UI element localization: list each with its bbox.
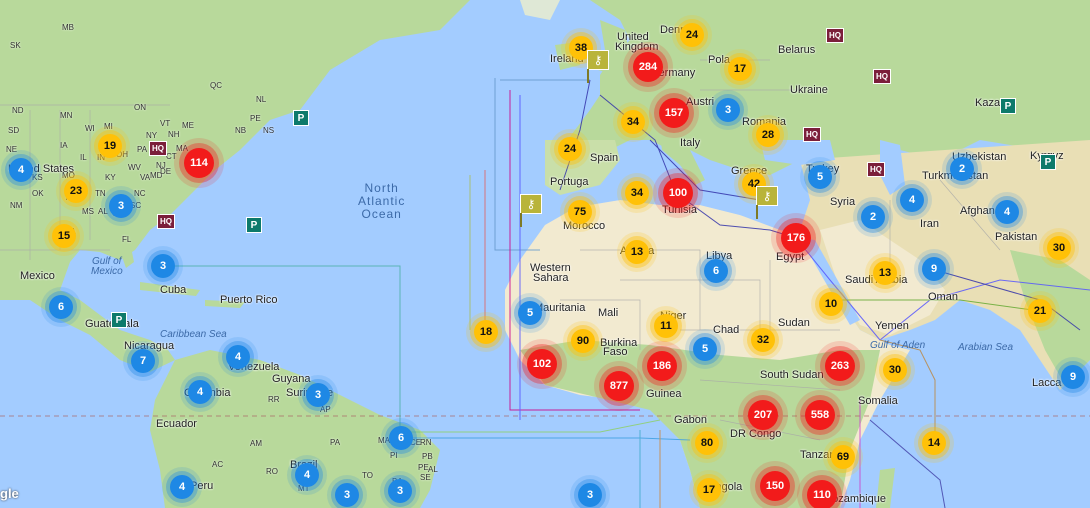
cluster-marker-yellow[interactable]: 13: [625, 240, 649, 264]
cluster-marker-blue[interactable]: 3: [578, 483, 602, 507]
p-marker[interactable]: P: [293, 110, 309, 126]
cluster-marker-yellow[interactable]: 19: [98, 134, 122, 158]
cluster-marker-red[interactable]: 558: [805, 400, 835, 430]
cluster-marker-blue[interactable]: 4: [226, 345, 250, 369]
hq-marker[interactable]: HQ: [803, 127, 821, 142]
cluster-marker-blue[interactable]: 2: [950, 157, 974, 181]
cluster-marker-red[interactable]: 100: [663, 178, 693, 208]
cluster-marker-blue[interactable]: 4: [170, 475, 194, 499]
google-watermark: gle: [0, 486, 19, 501]
cluster-marker-blue[interactable]: 6: [49, 295, 73, 319]
p-marker[interactable]: P: [1000, 98, 1016, 114]
cluster-marker-yellow[interactable]: 34: [621, 110, 645, 134]
cluster-marker-blue[interactable]: 3: [388, 479, 412, 503]
cluster-marker-red[interactable]: 263: [825, 351, 855, 381]
hq-marker[interactable]: HQ: [157, 214, 175, 229]
cluster-marker-red[interactable]: 110: [807, 480, 837, 508]
cluster-marker-red[interactable]: 102: [527, 349, 557, 379]
cluster-marker-blue[interactable]: 5: [518, 301, 542, 325]
p-marker[interactable]: P: [1040, 154, 1056, 170]
cluster-marker-yellow[interactable]: 24: [680, 23, 704, 47]
cluster-marker-red[interactable]: 877: [604, 371, 634, 401]
key-flag-icon[interactable]: ⚷: [587, 50, 609, 83]
cluster-marker-blue[interactable]: 3: [151, 254, 175, 278]
key-flag-icon[interactable]: ⚷: [520, 194, 542, 227]
hq-marker[interactable]: HQ: [149, 141, 167, 156]
cluster-marker-yellow[interactable]: 23: [64, 179, 88, 203]
cluster-marker-yellow[interactable]: 75: [568, 200, 592, 224]
cluster-marker-yellow[interactable]: 28: [756, 123, 780, 147]
cluster-marker-blue[interactable]: 3: [109, 194, 133, 218]
cluster-marker-blue[interactable]: 4: [995, 200, 1019, 224]
cluster-marker-red[interactable]: 284: [633, 52, 663, 82]
cluster-marker-yellow[interactable]: 30: [1047, 236, 1071, 260]
cluster-marker-yellow[interactable]: 30: [883, 358, 907, 382]
cluster-marker-blue[interactable]: 9: [922, 257, 946, 281]
cluster-marker-red[interactable]: 186: [647, 351, 677, 381]
p-marker[interactable]: P: [111, 312, 127, 328]
cluster-marker-yellow[interactable]: 10: [819, 292, 843, 316]
cluster-marker-blue[interactable]: 3: [306, 383, 330, 407]
cluster-marker-yellow[interactable]: 80: [695, 431, 719, 455]
cluster-marker-blue[interactable]: 5: [808, 165, 832, 189]
cluster-marker-blue[interactable]: 4: [9, 158, 33, 182]
cluster-marker-yellow[interactable]: 69: [831, 445, 855, 469]
cluster-marker-yellow[interactable]: 34: [625, 181, 649, 205]
cluster-marker-yellow[interactable]: 21: [1028, 299, 1052, 323]
key-flag-icon[interactable]: ⚷: [756, 186, 778, 219]
cluster-marker-yellow[interactable]: 11: [654, 314, 678, 338]
cluster-marker-blue[interactable]: 2: [861, 205, 885, 229]
cluster-marker-yellow[interactable]: 17: [728, 57, 752, 81]
cluster-marker-blue[interactable]: 9: [1061, 365, 1085, 389]
cluster-marker-yellow[interactable]: 14: [922, 431, 946, 455]
cluster-marker-red[interactable]: 176: [781, 223, 811, 253]
cluster-marker-blue[interactable]: 4: [188, 380, 212, 404]
cluster-marker-red[interactable]: 207: [748, 400, 778, 430]
cluster-marker-red[interactable]: 114: [184, 148, 214, 178]
cluster-marker-blue[interactable]: 7: [131, 349, 155, 373]
cluster-marker-blue[interactable]: 5: [693, 337, 717, 361]
cluster-marker-yellow[interactable]: 13: [873, 261, 897, 285]
cluster-marker-blue[interactable]: 4: [900, 188, 924, 212]
cluster-marker-blue[interactable]: 4: [295, 463, 319, 487]
cluster-marker-yellow[interactable]: 24: [558, 137, 582, 161]
cluster-marker-blue[interactable]: 6: [389, 426, 413, 450]
hq-marker[interactable]: HQ: [867, 162, 885, 177]
cluster-marker-yellow[interactable]: 90: [571, 329, 595, 353]
cluster-marker-blue[interactable]: 3: [335, 483, 359, 507]
hq-marker[interactable]: HQ: [873, 69, 891, 84]
cluster-marker-yellow[interactable]: 18: [474, 320, 498, 344]
cluster-marker-red[interactable]: 157: [659, 98, 689, 128]
cluster-marker-yellow[interactable]: 32: [751, 328, 775, 352]
cluster-marker-blue[interactable]: 3: [716, 98, 740, 122]
p-marker[interactable]: P: [246, 217, 262, 233]
cluster-marker-yellow[interactable]: 15: [52, 224, 76, 248]
hq-marker[interactable]: HQ: [826, 28, 844, 43]
cluster-marker-red[interactable]: 150: [760, 471, 790, 501]
map-view[interactable]: United Kingdom Ireland Denm Belarus Pola Germa…: [0, 0, 1090, 508]
cluster-marker-yellow[interactable]: 17: [697, 478, 721, 502]
cluster-marker-blue[interactable]: 6: [704, 259, 728, 283]
